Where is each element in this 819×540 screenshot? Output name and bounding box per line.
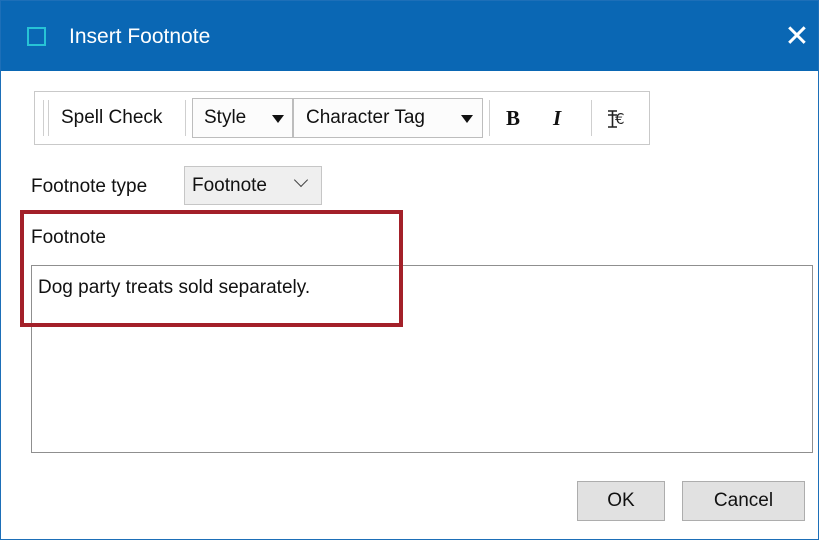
ok-button[interactable]: OK <box>577 481 665 521</box>
chevron-down-icon <box>293 172 309 188</box>
toolbar-separator <box>591 100 592 136</box>
insert-footnote-dialog: Insert Footnote ✕ Spell Check Style Char… <box>0 0 819 540</box>
bold-button[interactable]: B <box>506 102 520 134</box>
footnote-type-select[interactable]: Footnote <box>184 166 322 205</box>
character-tag-dropdown-label: Character Tag <box>306 107 425 128</box>
toolbar-separator <box>489 100 490 136</box>
chevron-down-icon <box>461 115 473 123</box>
style-dropdown[interactable]: Style <box>192 98 293 138</box>
toolbar-grip-handle[interactable] <box>43 100 49 136</box>
chevron-down-icon <box>272 115 284 123</box>
style-dropdown-label: Style <box>204 107 247 128</box>
cancel-button[interactable]: Cancel <box>682 481 805 521</box>
character-tag-dropdown[interactable]: Character Tag <box>293 98 483 138</box>
italic-button[interactable]: I <box>553 102 561 134</box>
special-character-icon: € <box>608 110 625 128</box>
footnote-type-label: Footnote type <box>31 176 148 197</box>
euro-glyph: € <box>615 110 625 128</box>
spell-check-button[interactable]: Spell Check <box>61 102 162 134</box>
footnote-text-field[interactable]: Dog party treats sold separately. <box>31 265 813 453</box>
editor-toolbar: Spell Check Style Character Tag B I € <box>34 91 650 145</box>
dialog-title: Insert Footnote <box>69 25 211 48</box>
window-icon <box>27 27 46 46</box>
toolbar-separator <box>185 100 186 136</box>
footnote-type-value: Footnote <box>192 175 267 196</box>
close-button[interactable]: ✕ <box>779 19 815 55</box>
title-bar[interactable]: Insert Footnote ✕ <box>1 1 818 71</box>
special-character-button[interactable]: € <box>604 102 632 134</box>
footnote-label: Footnote <box>31 227 106 248</box>
footnote-text: Dog party treats sold separately. <box>38 277 311 298</box>
